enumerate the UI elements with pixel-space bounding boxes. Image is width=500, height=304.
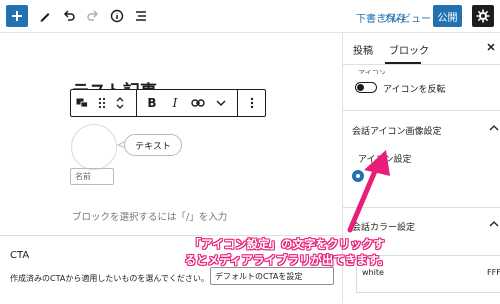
undo-icon [63, 10, 75, 21]
redo-icon [87, 10, 99, 21]
settings-button[interactable] [472, 5, 494, 27]
redo-button[interactable] [82, 5, 104, 27]
chevron-up-icon[interactable] [489, 124, 499, 132]
clipped-setting-label: アイコン [358, 69, 386, 74]
info-icon [110, 9, 124, 23]
add-block-button[interactable] [6, 5, 28, 27]
cta-select[interactable]: デフォルトのCTAを設定 [210, 267, 334, 285]
undo-button[interactable] [58, 5, 80, 27]
list-view-icon [136, 11, 146, 21]
annotation-line-2: るとメディアライブラリが出てきます。 [184, 253, 390, 267]
pencil-icon [40, 13, 50, 22]
gear-icon [476, 9, 490, 23]
preview-button[interactable]: プレビュー [381, 10, 431, 25]
annotation-arrow-icon [347, 150, 390, 233]
color-name: white [362, 268, 384, 277]
close-icon[interactable] [486, 40, 496, 54]
link-button[interactable] [187, 90, 209, 116]
section-divider [342, 110, 500, 111]
details-button[interactable] [106, 5, 128, 27]
icon-image-section-title[interactable]: 会話アイコン画像設定 [352, 124, 442, 137]
drag-handle-icon [98, 97, 106, 109]
more-rich-text-icon [216, 100, 226, 106]
drag-handle[interactable] [93, 90, 111, 116]
annotation-line-1: 「アイコン設定」の文字をクリックす [189, 237, 385, 251]
options-icon [250, 97, 254, 109]
more-rich-text-button[interactable] [211, 90, 231, 116]
plus-icon [12, 11, 22, 21]
publish-button[interactable]: 公開 [433, 5, 462, 27]
block-toolbar: B I [70, 89, 266, 117]
color-hex: FFF [487, 268, 500, 277]
speaker-name-field[interactable]: 名前 [70, 168, 114, 185]
tab-post[interactable]: 投稿 [353, 42, 373, 57]
speech-bubble[interactable]: テキスト [124, 134, 182, 156]
cta-panel-title: CTA [10, 250, 30, 261]
block-appender-placeholder[interactable]: ブロックを選択するには「/」を入力 [72, 209, 227, 223]
link-icon [191, 99, 205, 107]
tools-button[interactable] [34, 5, 56, 27]
reverse-icon-label: アイコンを反転 [383, 85, 446, 95]
tabs-divider [342, 64, 500, 65]
chevron-up-icon[interactable] [489, 220, 499, 228]
tab-block[interactable]: ブロック [389, 42, 429, 57]
block-options-button[interactable] [239, 90, 265, 116]
block-type-button[interactable] [71, 90, 93, 116]
avatar-placeholder[interactable] [71, 124, 117, 170]
editor-top-toolbar: 下書き保存 プレビュー 公開 [0, 0, 500, 33]
move-block-buttons[interactable] [111, 90, 129, 116]
toggle-knob [357, 84, 364, 91]
italic-button[interactable]: I [165, 90, 185, 116]
move-up-down-icon [116, 97, 124, 109]
bold-button[interactable]: B [141, 90, 163, 116]
annotation-callout: 「アイコン設定」の文字をクリックす るとメディアライブラリが出てきます。 [176, 236, 398, 268]
list-view-button[interactable] [130, 5, 152, 27]
speech-bubble-block-icon [76, 98, 88, 107]
cta-description: 作成済みのCTAから適用したいものを選んでください。 [10, 274, 209, 283]
